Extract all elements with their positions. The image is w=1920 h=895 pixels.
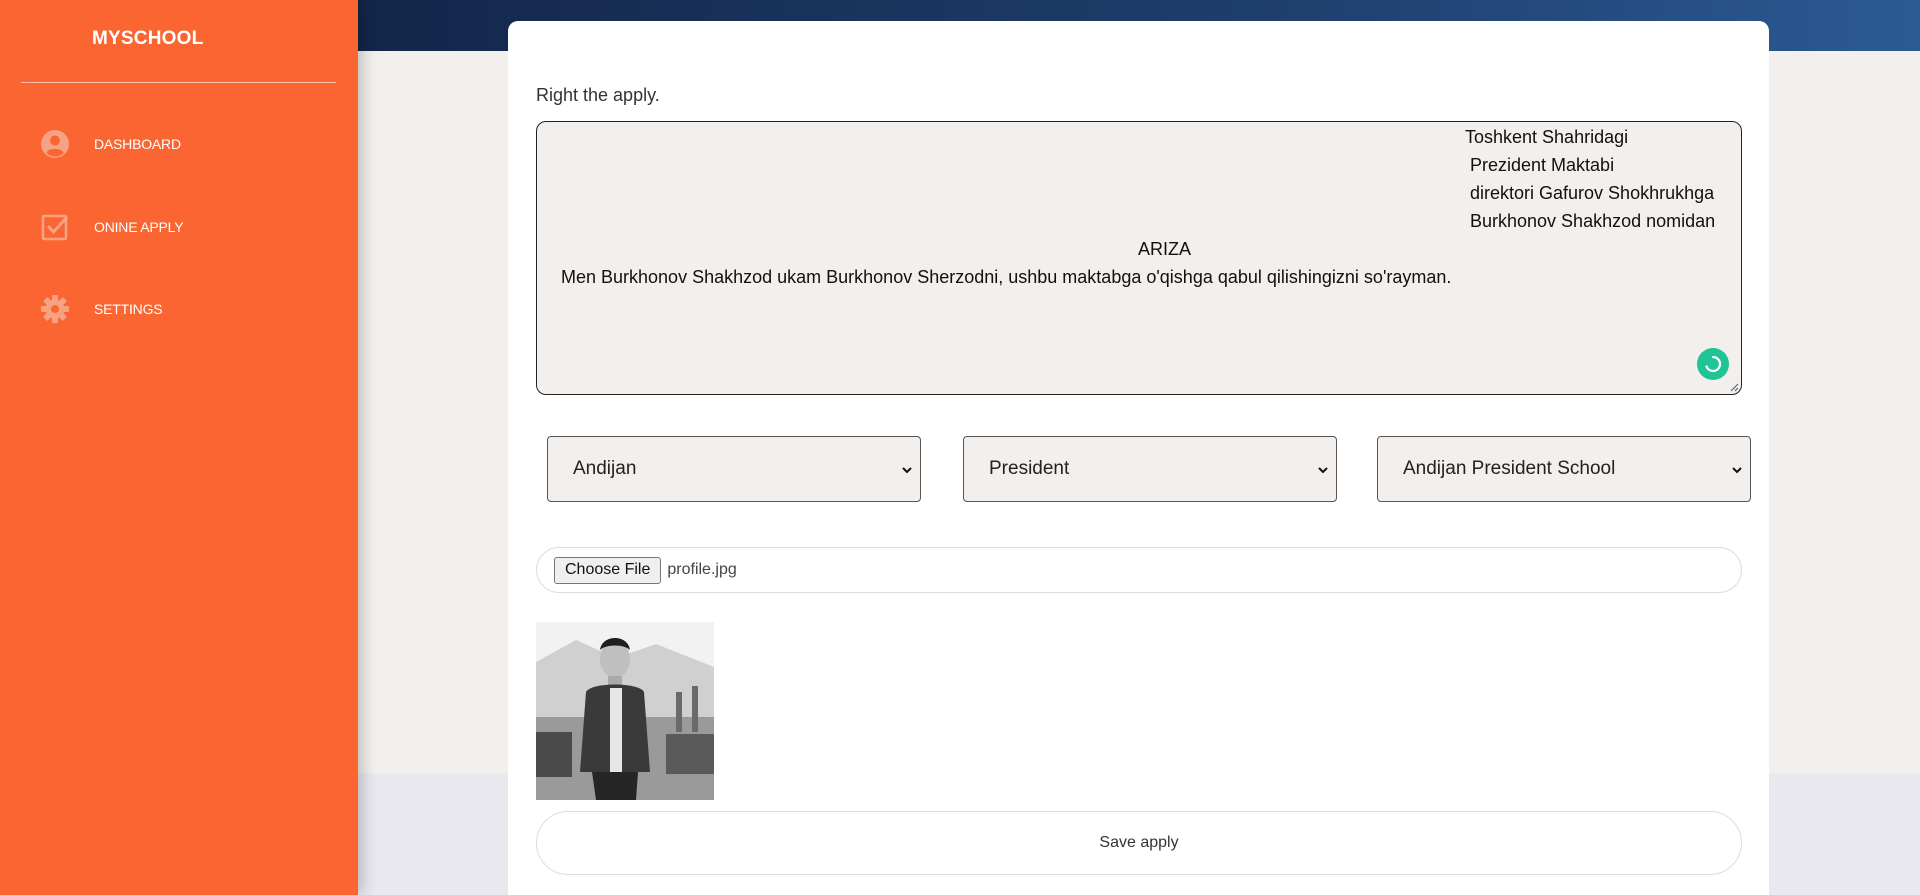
user-circle-icon [36, 125, 74, 163]
letter-line: Prezident Maktabi [1470, 155, 1615, 175]
apply-textarea[interactable]: Toshkent Shahridagi Prezident Maktabi di… [536, 121, 1742, 395]
file-name: profile.jpg [667, 561, 737, 578]
checkbox-icon [36, 208, 74, 246]
region-select[interactable]: Andijan [547, 436, 921, 502]
chevron-down-icon [902, 467, 912, 474]
profile-photo-preview [536, 622, 714, 800]
save-apply-button[interactable]: Save apply [536, 811, 1742, 875]
select-value: President [989, 458, 1070, 479]
letter-line: direktori Gafurov Shokhrukhga [1470, 183, 1715, 203]
form-label: Right the apply. [536, 85, 660, 105]
select-value: Andijan President School [1403, 458, 1616, 479]
brand-logo[interactable]: MYSCHOOL [92, 28, 203, 50]
letter-line: Toshkent Shahridagi [1465, 127, 1629, 147]
sidebar-item-label: SETTINGS [94, 301, 163, 317]
letter-line: ARIZA [1138, 239, 1192, 259]
sidebar: MYSCHOOL DASHBOARD ONINE APPLY SETTINGS [0, 0, 358, 895]
resize-handle-icon[interactable] [1729, 382, 1739, 392]
letter-line: Burkhonov Shakhzod nomidan [1470, 211, 1716, 231]
sidebar-divider [21, 82, 336, 83]
apply-form-card: Right the apply. Toshkent Shahridagi Pre… [508, 21, 1769, 895]
choose-file-button[interactable]: Choose File [554, 556, 662, 584]
sidebar-item-dashboard[interactable]: DASHBOARD [36, 124, 336, 164]
school-type-select[interactable]: President [963, 436, 1337, 502]
sidebar-item-settings[interactable]: SETTINGS [36, 289, 336, 329]
grammar-check-icon[interactable] [1697, 348, 1729, 380]
sidebar-item-online-apply[interactable]: ONINE APPLY [36, 207, 336, 247]
gear-icon [36, 290, 74, 328]
school-select[interactable]: Andijan President School [1377, 436, 1751, 502]
file-input: Choose File profile.jpg [536, 547, 1742, 593]
sidebar-item-label: ONINE APPLY [94, 219, 184, 235]
select-value: Andijan [573, 458, 637, 479]
chevron-down-icon [1318, 467, 1328, 474]
letter-line: Men Burkhonov Shakhzod ukam Burkhonov Sh… [561, 267, 1452, 287]
chevron-down-icon [1732, 467, 1742, 474]
sidebar-item-label: DASHBOARD [94, 136, 181, 152]
